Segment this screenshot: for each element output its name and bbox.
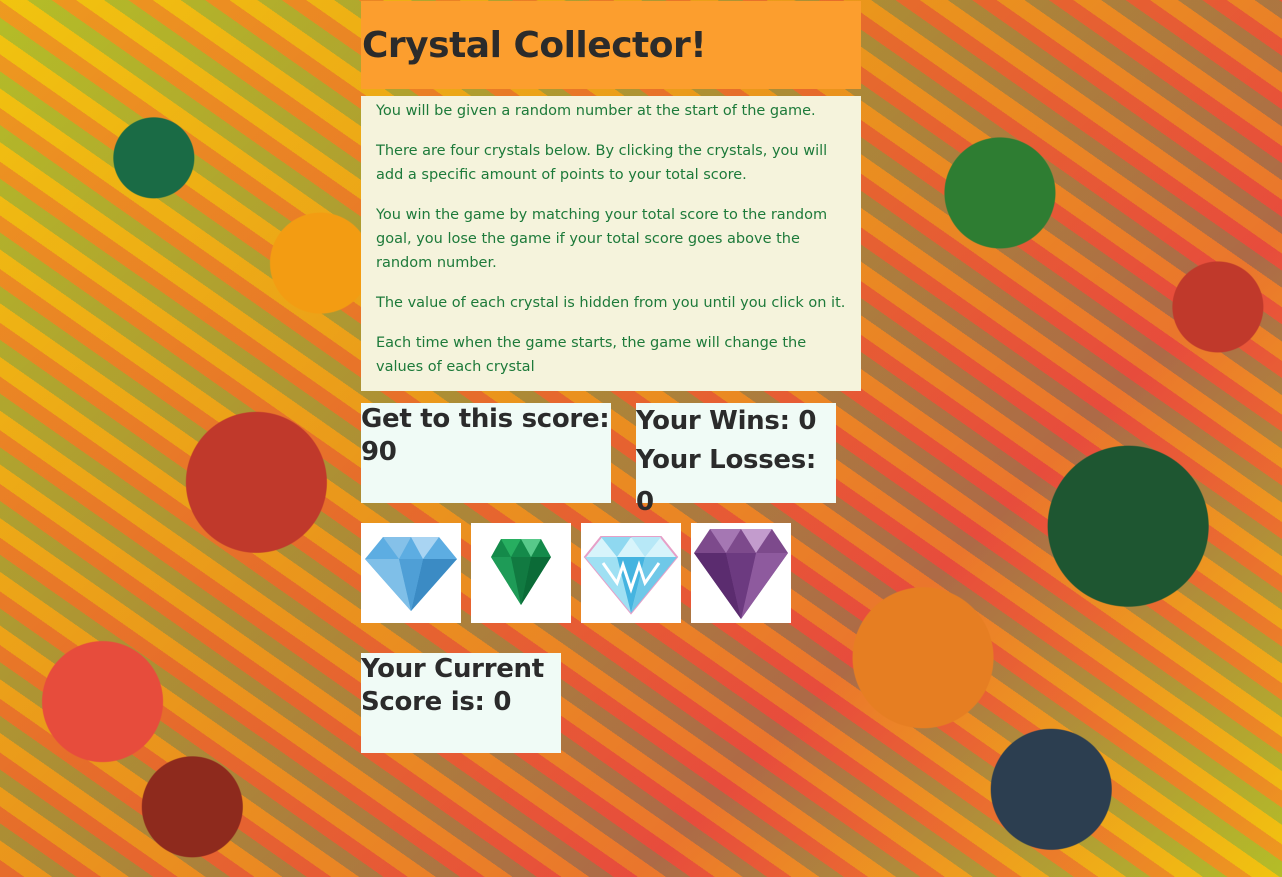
crystal-button-blue[interactable] bbox=[361, 523, 461, 623]
crystal-button-green[interactable] bbox=[471, 523, 571, 623]
rainbow-diamond-icon bbox=[583, 536, 679, 615]
wins-counter: Your Wins: 0 bbox=[636, 406, 817, 436]
target-score-label: Get to this score: bbox=[361, 404, 610, 434]
green-emerald-icon bbox=[491, 539, 551, 605]
instruction-text: There are four crystals below. By clicki… bbox=[376, 143, 828, 183]
crystal-row bbox=[361, 523, 791, 623]
losses-counter: Your Losses: 0 bbox=[636, 445, 816, 517]
purple-amethyst-icon bbox=[694, 529, 788, 619]
crystal-button-purple[interactable] bbox=[691, 523, 791, 623]
game-container: Crystal Collector! You will be given a r… bbox=[361, 1, 861, 753]
instruction-text: You will be given a random number at the… bbox=[376, 103, 816, 119]
current-score-label: Your Current Score is: 0 bbox=[361, 654, 544, 717]
target-score-panel: Get to this score: 90 bbox=[361, 403, 611, 503]
instruction-text: You win the game by matching your total … bbox=[376, 207, 828, 271]
page-title: Crystal Collector! bbox=[362, 24, 707, 66]
current-score-panel: Your Current Score is: 0 bbox=[361, 653, 561, 753]
title-bar: Crystal Collector! bbox=[361, 1, 861, 89]
target-score-value: 90 bbox=[361, 437, 397, 467]
blue-diamond-icon bbox=[365, 537, 457, 611]
instruction-text: Each time when the game starts, the game… bbox=[376, 335, 807, 375]
instructions-panel: You will be given a random number at the… bbox=[361, 96, 861, 391]
instruction-text: The value of each crystal is hidden from… bbox=[376, 295, 846, 311]
win-loss-panel: Your Wins: 0 Your Losses: 0 bbox=[636, 403, 836, 517]
stats-row: Get to this score: 90 Your Wins: 0 Your … bbox=[361, 403, 861, 517]
crystal-button-rainbow[interactable] bbox=[581, 523, 681, 623]
